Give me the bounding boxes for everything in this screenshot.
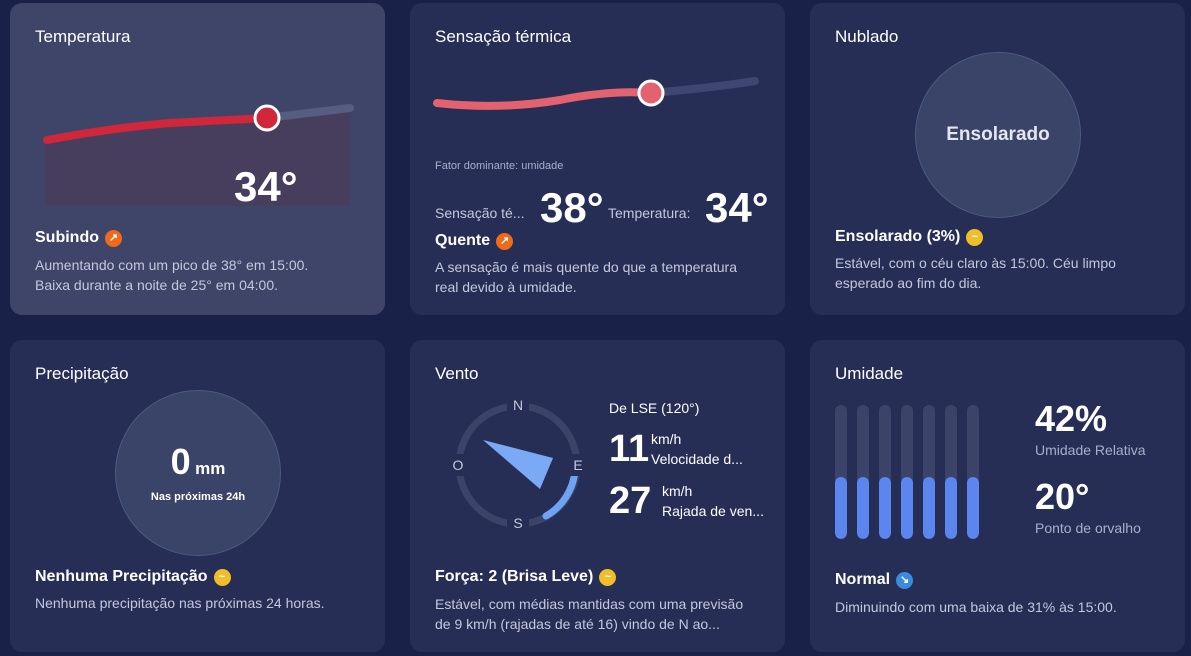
feels-like-value: 38° [540,184,604,231]
dew-point-label: Ponto de orvalho [1035,520,1141,536]
humidity-bar [879,405,891,539]
wind-direction-arrow [483,440,553,489]
feels-like-line [433,88,655,110]
humidity-bar-fill [835,477,847,539]
wind-gust-label: Rajada de ven... [662,503,764,519]
humidity-title: Umidade [835,364,904,383]
precipitation-status: Nenhuma Precipitação ~ [35,568,231,586]
wind-gust-value: 27 [609,480,652,522]
wind-card[interactable]: Vento N E S O De LSE (120°) 11 km/h Velo… [410,340,785,652]
humidity-bar [857,405,869,539]
temperature-chart [43,104,354,206]
trend-up-icon: ↗ [104,229,122,247]
cloud-desc-line1: Estável, com o céu claro às 15:00. Céu l… [835,255,1116,271]
cloud-card[interactable]: Nublado Ensolarado Ensolarado (3%) ~ Est… [810,3,1185,315]
compass-west: O [453,457,464,473]
humidity-description: Diminuindo com uma baixa de 31% às 15:00… [835,599,1117,615]
feels-like-current-dot [637,79,665,107]
wind-speed-label: Velocidade d... [651,451,743,467]
cloud-description: Estável, com o céu claro às 15:00. Céu l… [835,253,1116,293]
humidity-bar-fill [967,477,979,539]
feels-like-description: A sensação é mais quente do que a temper… [435,257,737,297]
wind-desc-line1: Estável, com médias mantidas com uma pre… [435,596,744,612]
cloud-status: Ensolarado (3%) ~ [835,228,984,246]
humidity-bars [835,405,985,539]
precipitation-value: 0 [170,441,191,482]
humidity-bar [901,405,913,539]
temperature-title: Temperatura [35,27,131,46]
trend-down-icon: ↘ [896,571,914,589]
feels-like-title: Sensação térmica [435,27,572,46]
humidity-status: Normal ↘ [835,571,914,589]
temperature-value: 34° [234,163,298,210]
wind-title: Vento [435,364,479,383]
feels-like-chart [433,77,759,110]
precipitation-description: Nenhuma precipitação nas próximas 24 hor… [35,595,325,611]
humidity-bar-fill [923,477,935,539]
wind-compass-arc [542,466,579,520]
feels-like-desc-line2: real devido à umidade. [435,279,577,295]
steady-icon: ~ [213,568,231,586]
compass-east: E [573,457,582,473]
temperature-desc-line2: Baixa durante a noite de 25° em 04:00. [35,277,278,293]
precipitation-card[interactable]: Precipitação 0 mm Nas próximas 24h Nenhu… [10,340,385,652]
cloud-status-label: Ensolarado (3%) [835,228,961,245]
humidity-status-label: Normal [835,571,891,588]
feels-like-status-label: Quente [435,232,491,249]
humidity-bar-fill [945,477,957,539]
compass-north: N [513,397,523,413]
dominant-factor: Fator dominante: umidade [435,160,564,172]
cloud-desc-line2: esperado ao fim do dia. [835,275,982,291]
steady-icon: ~ [966,228,984,246]
temperature-desc-line1: Aumentando com um pico de 38° em 15:00. [35,257,309,273]
wind-direction: De LSE (120°) [609,400,700,416]
humidity-value: 42% [1035,398,1108,439]
compass-south: S [513,515,522,531]
feels-like-card[interactable]: Sensação térmica Fator dominante: umidad… [410,3,785,315]
trend-up-icon: ↗ [496,232,514,250]
precipitation-title: Precipitação [35,364,129,383]
humidity-bar [945,405,957,539]
humidity-bar-fill [857,477,869,539]
humidity-card[interactable]: Umidade 42% Umidade Relativa 20° Ponto d… [810,340,1185,652]
wind-description: Estável, com médias mantidas com uma pre… [435,594,743,634]
wind-desc-line2: de 9 km/h (rajadas de até 16) vindo de N… [435,616,720,632]
feels-temp-label: Temperatura: [608,205,691,221]
temperature-status-label: Subindo [35,229,99,246]
humidity-bar [835,405,847,539]
cloud-title: Nublado [835,27,899,46]
wind-status: Força: 2 (Brisa Leve) ~ [435,568,617,586]
wind-speed-value: 11 [609,428,650,470]
humidity-bar [923,405,935,539]
temperature-description: Aumentando com um pico de 38° em 15:00. … [35,255,308,295]
temperature-current-dot [253,104,281,132]
feels-like-future-line [647,77,759,97]
precipitation-status-label: Nenhuma Precipitação [35,568,208,585]
humidity-value-label: Umidade Relativa [1035,442,1146,458]
precipitation-sub: Nas próximas 24h [150,491,246,503]
wind-compass: N E S O [447,394,588,532]
feels-like-label: Sensação té... [435,205,525,221]
wind-gust-unit: km/h [662,483,693,499]
humidity-bar [967,405,979,539]
wind-status-label: Força: 2 (Brisa Leve) [435,568,594,585]
humidity-bar-fill [879,477,891,539]
temperature-status: Subindo ↗ [35,229,122,247]
temperature-card[interactable]: Temperatura 34° Subindo ↗ Aumentando com… [10,3,385,315]
steady-icon: ~ [599,568,617,586]
feels-like-desc-line1: A sensação é mais quente do que a temper… [435,259,737,275]
feels-like-status: Quente ↗ [435,232,514,250]
dew-point-value: 20° [1035,476,1090,517]
humidity-bar-fill [901,477,913,539]
cloud-cover-circle: Ensolarado [915,52,1081,218]
precipitation-circle: 0 mm Nas próximas 24h [115,390,281,556]
wind-speed-unit: km/h [651,431,682,447]
feels-temp-value: 34° [705,184,769,231]
precipitation-unit: mm [195,459,226,478]
cloud-circle-label: Ensolarado [946,124,1050,145]
